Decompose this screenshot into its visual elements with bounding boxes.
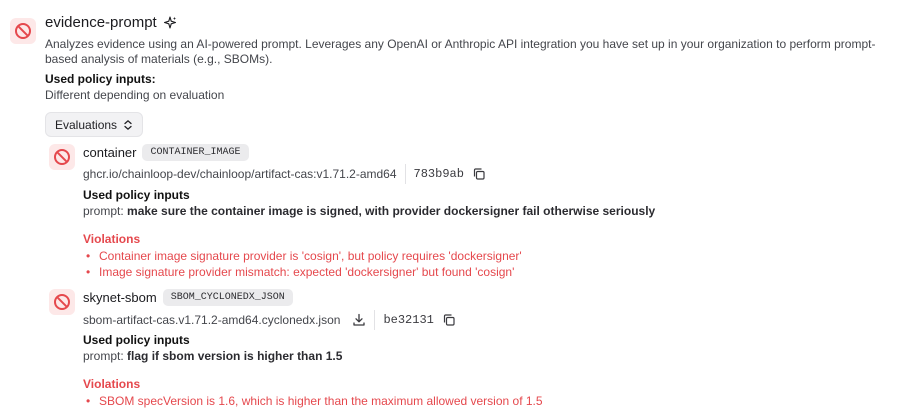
policy-header: evidence-prompt	[45, 14, 177, 31]
evaluations-button[interactable]: Evaluations	[45, 112, 144, 137]
used-inputs-value: Different depending on evaluation	[45, 88, 225, 102]
input-value: make sure the container image is signed,…	[127, 204, 656, 218]
copy-icon[interactable]	[442, 313, 456, 327]
material-reference: sbom-artifact-cas.v1.71.2-amd64.cycloned…	[83, 313, 341, 327]
material-digest: be32131	[383, 313, 434, 327]
material-digest: 783b9ab	[413, 167, 464, 181]
input-value: flag if sbom version is higher than 1.5	[127, 349, 343, 363]
material-reference: ghcr.io/chainloop-dev/chainloop/artifact…	[83, 167, 397, 181]
violation-item: Container image signature provider is 'c…	[84, 248, 522, 264]
material-kind-badge: CONTAINER_IMAGE	[142, 144, 249, 161]
material-reference-row: sbom-artifact-cas.v1.71.2-amd64.cycloned…	[83, 310, 456, 330]
blocked-circle-icon	[54, 294, 70, 310]
blocked-circle-icon	[15, 23, 31, 39]
violation-item: Image signature provider mismatch: expec…	[84, 264, 522, 280]
chevron-up-down-icon	[124, 119, 132, 130]
evaluation-name: container	[83, 145, 137, 160]
divider	[374, 310, 376, 330]
policy-evaluation-panel: evidence-prompt Analyzes evidence using …	[0, 0, 917, 413]
evaluation-inputs-label: Used policy inputs	[83, 188, 190, 202]
violations-label: Violations	[83, 232, 141, 246]
evaluation-name: skynet-sbom	[83, 290, 157, 305]
evaluations-button-label: Evaluations	[55, 117, 118, 132]
evaluation-status-icon	[49, 289, 75, 315]
material-kind-badge: SBOM_CYCLONEDX_JSON	[162, 289, 293, 306]
violations-list: Container image signature provider is 'c…	[84, 248, 522, 280]
input-key: prompt:	[83, 204, 124, 218]
evaluation-input: prompt: flag if sbom version is higher t…	[83, 349, 342, 363]
policy-status-icon	[10, 18, 36, 44]
policy-description: Analyzes evidence using an AI-powered pr…	[45, 37, 876, 66]
violation-item: SBOM specVersion is 1.6, which is higher…	[84, 393, 543, 409]
evaluation-status-icon	[49, 144, 75, 170]
input-key: prompt:	[83, 349, 124, 363]
sparkles-icon	[163, 15, 177, 30]
material-reference-row: ghcr.io/chainloop-dev/chainloop/artifact…	[83, 164, 486, 184]
violations-list: SBOM specVersion is 1.6, which is higher…	[84, 393, 543, 409]
policy-title: evidence-prompt	[45, 14, 157, 31]
evaluation-inputs-label: Used policy inputs	[83, 333, 190, 347]
used-inputs-label: Used policy inputs:	[45, 72, 156, 86]
evaluation-input: prompt: make sure the container image is…	[83, 204, 655, 218]
copy-icon[interactable]	[472, 167, 486, 181]
evaluation-header: container CONTAINER_IMAGE	[83, 144, 249, 161]
blocked-circle-icon	[54, 149, 70, 165]
download-icon[interactable]	[352, 313, 366, 327]
violations-label: Violations	[83, 377, 141, 391]
evaluation-header: skynet-sbom SBOM_CYCLONEDX_JSON	[83, 289, 293, 306]
divider	[404, 164, 406, 184]
